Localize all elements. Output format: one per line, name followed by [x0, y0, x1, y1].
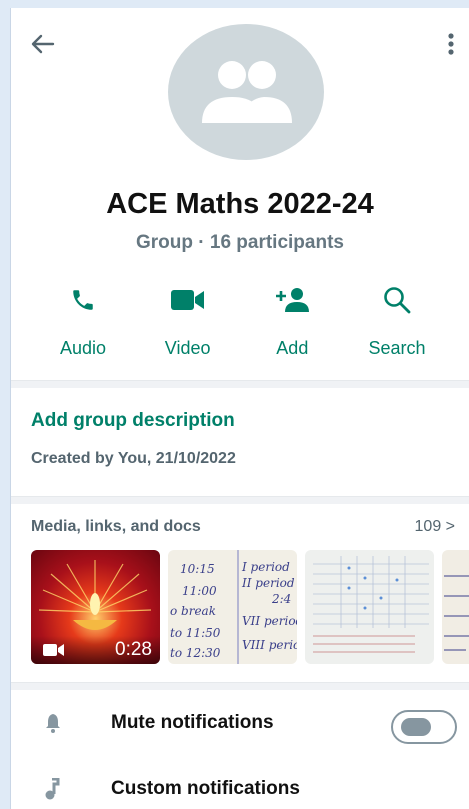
divider — [11, 682, 469, 690]
description-section: Add group description Created by You, 21… — [11, 388, 469, 496]
video-label: Video — [164, 338, 211, 358]
custom-notifications-label: Custom notifications — [111, 778, 300, 799]
vertical-dots-icon — [448, 33, 454, 55]
mute-notifications-row[interactable]: Mute notifications — [11, 690, 469, 756]
group-people-icon — [202, 61, 292, 123]
video-icon — [170, 290, 204, 310]
divider — [11, 380, 469, 388]
note-line: o break — [170, 604, 216, 618]
audio-label: Audio — [59, 338, 107, 358]
action-bar: Audio Video Add Search — [33, 284, 447, 359]
audio-call-button[interactable]: Audio — [33, 284, 133, 359]
music-note-icon — [45, 778, 60, 800]
note-line: 2:4 — [272, 592, 292, 606]
timetable-grid — [313, 556, 429, 653]
mute-label: Mute notifications — [111, 712, 274, 733]
phone-icon — [73, 290, 93, 310]
toggle-knob — [401, 718, 431, 736]
add-person-icon — [276, 288, 310, 312]
group-avatar[interactable] — [168, 24, 324, 160]
note-line: VII period — [242, 614, 297, 628]
note-line: I period — [242, 560, 290, 574]
divider — [11, 496, 469, 504]
note-line: VIII perio — [242, 638, 297, 652]
note-line: to 11:50 — [170, 626, 221, 640]
group-name[interactable]: ACE Maths 2022-24 — [11, 188, 469, 221]
note-line: II period — [242, 576, 295, 590]
media-section: Media, links, and docs 109 > 0:28 10:15 … — [11, 504, 469, 682]
media-thumb-partial[interactable] — [442, 550, 469, 664]
media-thumb-video[interactable]: 0:28 — [31, 550, 160, 664]
search-icon — [384, 287, 411, 314]
more-options-button[interactable] — [443, 30, 459, 58]
video-duration: 0:28 — [115, 639, 152, 660]
note-line: to 12:30 — [170, 646, 221, 660]
group-info-screen: ACE Maths 2022-24 Group · 16 participant… — [10, 8, 469, 809]
back-arrow-icon — [31, 34, 55, 54]
media-thumbnails: 0:28 10:15 11:00 o break to 11:50 to 12:… — [31, 550, 469, 664]
participants-count: Group · 16 participants — [136, 232, 344, 253]
media-title: Media, links, and docs — [31, 518, 201, 535]
add-description-link[interactable]: Add group description — [31, 410, 449, 432]
note-line: 10:15 — [180, 562, 215, 576]
custom-notifications-row[interactable]: Custom notifications — [11, 756, 469, 809]
search-label: Search — [368, 338, 426, 358]
video-camera-icon — [43, 644, 64, 656]
group-header: ACE Maths 2022-24 Group · 16 participant… — [11, 8, 469, 380]
bell-icon — [46, 714, 60, 733]
add-participant-button[interactable]: Add — [242, 284, 342, 359]
add-label: Add — [276, 338, 309, 358]
handwritten-page — [444, 575, 469, 651]
video-call-button[interactable]: Video — [138, 284, 238, 359]
mute-toggle[interactable] — [391, 710, 457, 744]
media-count-link[interactable]: 109 > — [415, 518, 455, 536]
video-overlay: 0:28 — [31, 636, 160, 664]
search-button[interactable]: Search — [347, 284, 447, 359]
media-thumb-notes[interactable]: 10:15 11:00 o break to 11:50 to 12:30 I … — [168, 550, 297, 664]
media-thumb-timetable[interactable] — [305, 550, 434, 664]
back-button[interactable] — [29, 32, 57, 56]
note-line: 11:00 — [182, 584, 217, 598]
created-info: Created by You, 21/10/2022 — [31, 450, 236, 467]
